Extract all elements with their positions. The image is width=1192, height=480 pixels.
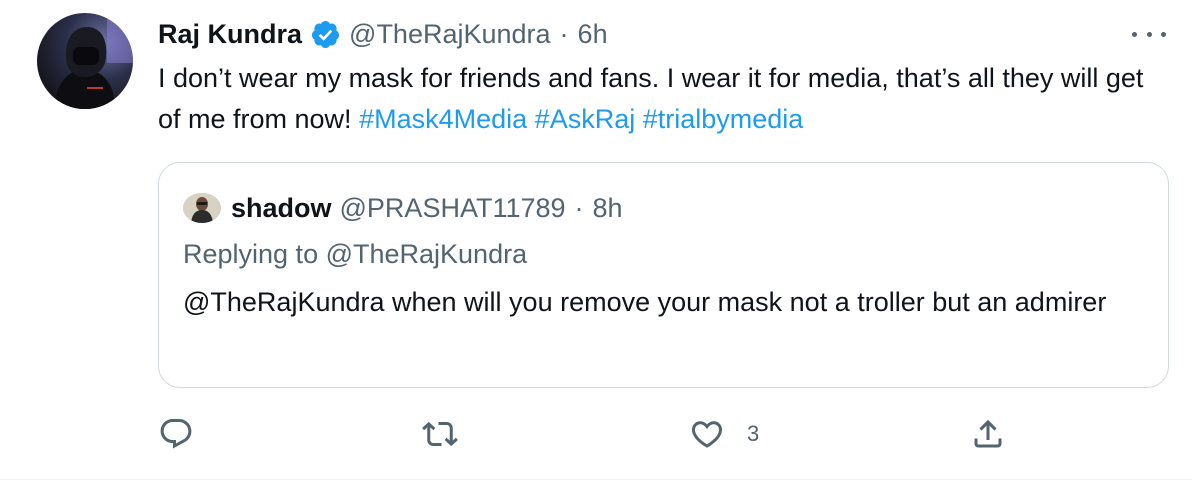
quoted-avatar [183, 193, 221, 223]
quoted-display-name[interactable]: shadow [231, 193, 332, 224]
timestamp[interactable]: 6h [578, 19, 608, 50]
like-count: 3 [747, 421, 760, 446]
quoted-user-handle[interactable]: @PRASHAT11789 [340, 193, 566, 224]
heart-icon [691, 421, 723, 448]
tweet-text: I don’t wear my mask for friends and fan… [158, 58, 1168, 140]
tweet-header: Raj Kundra @TheRajKundra · 6h [158, 16, 608, 52]
like-button[interactable]: 3 [689, 412, 759, 456]
user-handle[interactable]: @TheRajKundra [349, 19, 551, 50]
verified-badge-icon [310, 19, 341, 50]
reply-button[interactable] [158, 412, 216, 456]
display-name[interactable]: Raj Kundra [158, 19, 302, 50]
quoted-tweet[interactable]: shadow @PRASHAT11789 · 8h Replying to @T… [158, 162, 1169, 388]
retweet-button[interactable] [422, 412, 480, 456]
quoted-timestamp: 8h [592, 192, 623, 223]
hashtag-link[interactable]: #Mask4Media [359, 104, 527, 134]
share-icon [974, 419, 1002, 448]
action-bar: 3 [158, 412, 1168, 456]
share-button[interactable] [970, 412, 1028, 456]
hashtag-link[interactable]: #trialbymedia [643, 104, 804, 134]
avatar-image [55, 13, 133, 109]
hashtag-link[interactable]: #AskRaj [535, 104, 636, 134]
avatar[interactable] [37, 13, 133, 109]
tweet-card[interactable]: Raj Kundra @TheRajKundra · 6h I don’t we… [0, 0, 1192, 480]
separator-dot: · [559, 18, 569, 49]
retweet-icon [422, 421, 458, 447]
separator-dot: · [574, 192, 584, 223]
replying-to-label: Replying to @TheRajKundra [183, 239, 528, 269]
quoted-tweet-header: shadow @PRASHAT11789 · 8h [183, 191, 623, 225]
more-horizontal-icon[interactable] [1132, 22, 1166, 46]
reply-icon [160, 419, 192, 449]
quoted-tweet-text: @TheRajKundra when will you remove your … [183, 287, 1107, 317]
